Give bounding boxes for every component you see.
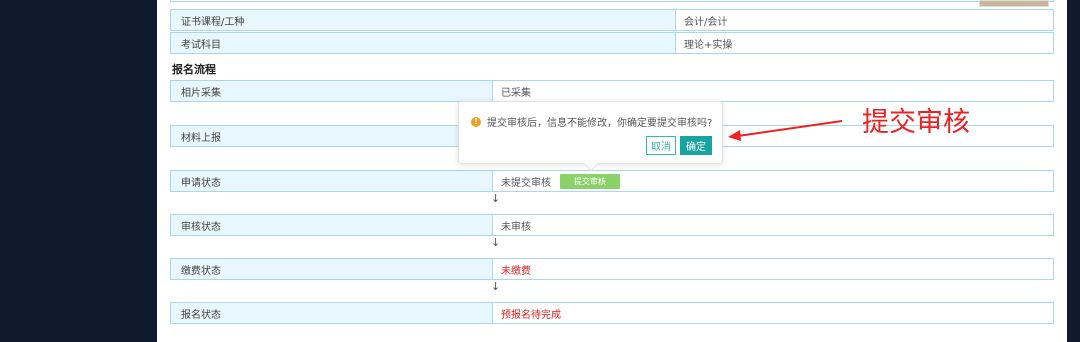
info-row-label: 考试科目 bbox=[171, 33, 676, 53]
annotation-label: 提交审核 bbox=[862, 107, 970, 138]
confirm-popover: ! 提交审核后，信息不能修改，你确定要提交审核吗? 取消 确定 bbox=[458, 101, 723, 172]
photo-thumbnail bbox=[979, 0, 1049, 7]
popover-buttons: 取消 确定 bbox=[646, 136, 712, 155]
flow-row-label: 报名状态 bbox=[171, 303, 493, 323]
flow-row-application: 申请状态 未提交审核 提交审核 bbox=[170, 170, 1054, 192]
flow-arrow-down: ↓ bbox=[491, 280, 501, 293]
top-table-edge bbox=[170, 0, 1054, 2]
section-title: 报名流程 bbox=[172, 63, 216, 76]
application-status-text: 未提交审核 bbox=[501, 177, 551, 189]
flow-row-photo: 相片采集 已采集 bbox=[170, 80, 1054, 102]
flow-row-label: 申请状态 bbox=[171, 171, 493, 191]
flow-row-value: 预报名待完成 bbox=[501, 309, 561, 321]
flow-arrow-down: ↓ bbox=[491, 236, 501, 249]
left-dark-sidebar bbox=[0, 0, 157, 342]
flow-row-label: 缴费状态 bbox=[171, 259, 493, 279]
flow-row-value: 未提交审核 提交审核 bbox=[493, 171, 1053, 191]
popover-message: 提交审核后，信息不能修改，你确定要提交审核吗? bbox=[487, 118, 713, 129]
flow-row-label: 相片采集 bbox=[171, 81, 493, 101]
flow-arrow-down: ↓ bbox=[491, 192, 501, 205]
flow-row-value: 未缴费 bbox=[501, 265, 531, 277]
popover-message-line: ! 提交审核后，信息不能修改，你确定要提交审核吗? bbox=[471, 114, 712, 129]
warning-icon: ! bbox=[471, 116, 481, 127]
flow-row-label: 材料上报 bbox=[171, 126, 493, 146]
flow-row-value: 已采集 bbox=[501, 87, 531, 99]
right-dark-sidebar bbox=[1067, 0, 1080, 342]
cancel-button[interactable]: 取消 bbox=[646, 136, 676, 155]
flow-row-registration: 报名状态 预报名待完成 bbox=[170, 302, 1054, 324]
info-row-value: 理论+实操 bbox=[684, 39, 733, 51]
info-row-label: 证书课程/工种 bbox=[171, 10, 676, 30]
confirm-button[interactable]: 确定 bbox=[680, 136, 712, 155]
main-content: 证书课程/工种 会计/会计 考试科目 理论+实操 报名流程 相片采集 已采集 材… bbox=[157, 0, 1067, 342]
submit-review-button[interactable]: 提交审核 bbox=[560, 173, 620, 189]
info-row-course: 证书课程/工种 会计/会计 bbox=[170, 9, 1054, 31]
annotation-arrow-icon bbox=[728, 120, 843, 141]
flow-row-review: 审核状态 未审核 bbox=[170, 214, 1054, 236]
flow-row-payment: 缴费状态 未缴费 bbox=[170, 258, 1054, 280]
info-row-value: 会计/会计 bbox=[684, 16, 728, 28]
flow-row-label: 审核状态 bbox=[171, 215, 493, 235]
info-row-subject: 考试科目 理论+实操 bbox=[170, 32, 1054, 54]
flow-row-value: 未审核 bbox=[501, 221, 531, 233]
